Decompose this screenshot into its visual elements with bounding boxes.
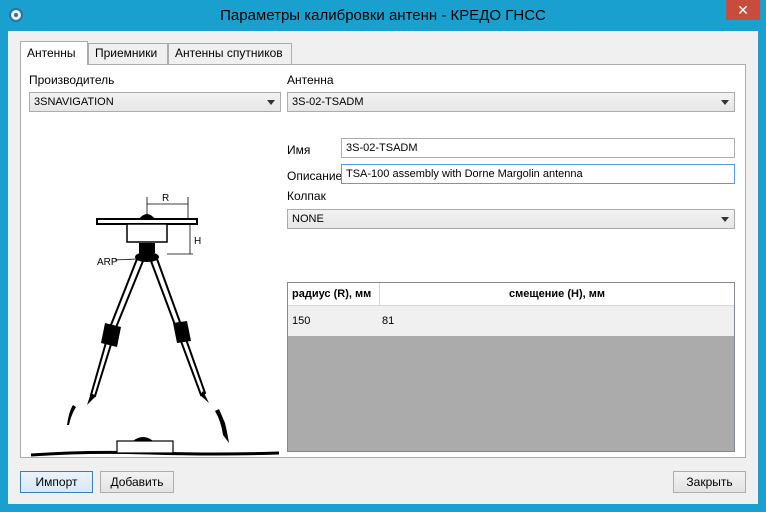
chevron-down-icon	[721, 100, 729, 105]
calibration-table[interactable]: радиус (R), мм смещение (H), мм 150 81	[287, 282, 735, 452]
tab-antennas[interactable]: Антенны	[20, 41, 88, 65]
antenna-select-value: 3S-02-TSADM	[292, 96, 364, 108]
antennas-tab-panel: Производитель 3SNAVIGATION Антенна 3S-02…	[20, 64, 746, 458]
manufacturer-label: Производитель	[29, 73, 115, 87]
diagram-label-arp: ARP	[97, 257, 118, 268]
table-row[interactable]: 150 81	[288, 306, 734, 336]
manufacturer-select[interactable]: 3SNAVIGATION	[29, 92, 281, 112]
description-field[interactable]: TSA-100 assembly with Dorne Margolin ant…	[341, 164, 735, 184]
radome-label: Колпак	[287, 189, 326, 203]
diagram-label-h: H	[194, 236, 201, 247]
name-label: Имя	[287, 143, 311, 157]
ground-drawing	[30, 405, 280, 457]
chevron-down-icon	[267, 100, 275, 105]
radome-select[interactable]: NONE	[287, 209, 735, 229]
tab-satellite-antennas[interactable]: Антенны спутников	[168, 43, 292, 64]
table-cell-offset[interactable]: 81	[382, 306, 682, 336]
radome-select-value: NONE	[292, 213, 324, 225]
add-button[interactable]: Добавить	[100, 471, 174, 493]
window-close-button[interactable]: ✕	[726, 0, 760, 20]
close-button[interactable]: Закрыть	[673, 471, 746, 493]
antenna-head-drawing	[96, 214, 198, 262]
name-field[interactable]: 3S-02-TSADM	[341, 138, 735, 158]
title-bar[interactable]: Параметры калибровки антенн - КРЕДО ГНСС…	[0, 0, 766, 31]
description-label: Описание	[287, 169, 343, 183]
table-header: радиус (R), мм смещение (H), мм	[288, 283, 734, 306]
tripod-drawing	[87, 257, 209, 405]
import-button[interactable]: Импорт	[20, 471, 93, 493]
antenna-setup-diagram: R H ARP	[30, 193, 280, 457]
dialog-client-area: Антенны Приемники Антенны спутников Прои…	[8, 31, 758, 504]
table-cell-radius[interactable]: 150	[292, 306, 376, 336]
manufacturer-select-value: 3SNAVIGATION	[34, 96, 114, 108]
column-header-offset[interactable]: смещение (H), мм	[380, 283, 734, 306]
window-title: Параметры калибровки антенн - КРЕДО ГНСС	[220, 7, 546, 24]
antenna-label: Антенна	[287, 73, 334, 87]
antenna-select[interactable]: 3S-02-TSADM	[287, 92, 735, 112]
dialog-window: Параметры калибровки антенн - КРЕДО ГНСС…	[0, 0, 766, 512]
diagram-label-r: R	[162, 193, 169, 204]
tab-receivers[interactable]: Приемники	[88, 43, 168, 64]
chevron-down-icon	[721, 217, 729, 222]
column-header-radius[interactable]: радиус (R), мм	[288, 283, 380, 306]
